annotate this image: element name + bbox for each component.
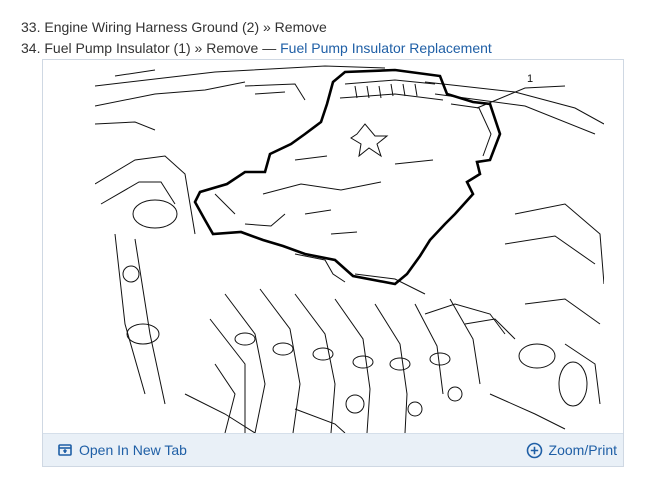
figure-footer: Open In New Tab Zoom/Print (43, 433, 623, 466)
step-text: Engine Wiring Harness Ground (2) » Remov… (44, 19, 327, 35)
step-number: 33. (21, 19, 41, 35)
zoom-print-label: Zoom/Print (548, 442, 617, 458)
fuel-pump-insulator-replacement-link[interactable]: Fuel Pump Insulator Replacement (280, 40, 492, 56)
open-in-new-tab-label: Open In New Tab (79, 442, 187, 458)
step-text: Fuel Pump Insulator (1) » Remove — (44, 40, 281, 56)
open-in-new-tab-button[interactable]: Open In New Tab (57, 434, 187, 466)
callout-1: 1 (527, 73, 534, 85)
engine-illustration (95, 65, 604, 433)
step-34: 34. Fuel Pump Insulator (1) » Remove — F… (21, 38, 492, 59)
zoom-plus-icon (526, 442, 543, 459)
step-number: 34. (21, 40, 41, 56)
open-new-tab-icon (57, 442, 73, 458)
zoom-print-button[interactable]: Zoom/Print (526, 434, 617, 466)
illustration-figure: 1 Open In New Tab Zoom/Print (42, 59, 624, 467)
procedure-steps: 33. Engine Wiring Harness Ground (2) » R… (21, 17, 492, 59)
step-33: 33. Engine Wiring Harness Ground (2) » R… (21, 17, 492, 38)
